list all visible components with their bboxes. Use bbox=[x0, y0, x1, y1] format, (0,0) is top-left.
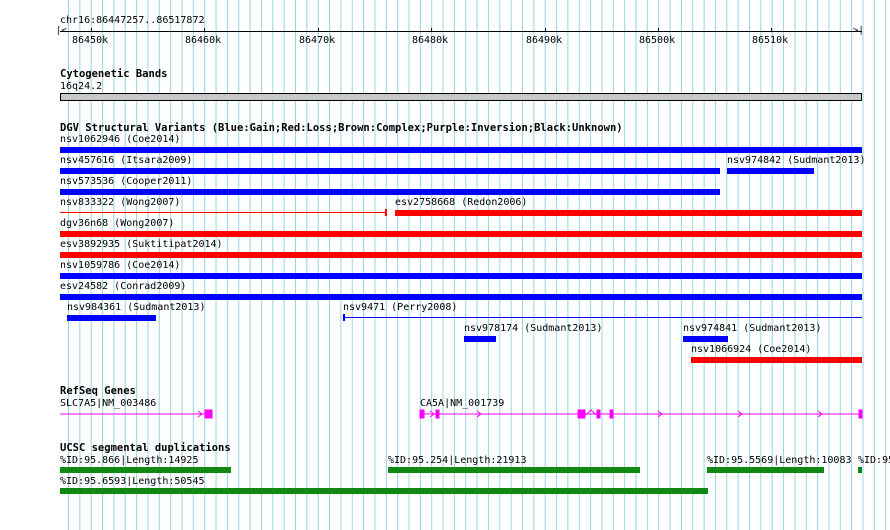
segdup-bar[interactable] bbox=[707, 467, 824, 473]
segdup-bar[interactable] bbox=[388, 467, 640, 473]
segdup-label: %ID:95.6593|Length:50545 bbox=[60, 476, 205, 487]
segdup-title: UCSC segmental duplications bbox=[60, 442, 231, 454]
segdup-label: %ID:95.5569|Length:10083 bbox=[707, 455, 852, 466]
segdup-bar[interactable] bbox=[60, 488, 708, 494]
segdup-label: %ID:95.866|Length:14925 bbox=[60, 455, 199, 466]
segdup-label: %ID:95 bbox=[858, 455, 890, 466]
segdup-label: %ID:95.254|Length:21913 bbox=[388, 455, 527, 466]
segdup-bar[interactable] bbox=[60, 467, 231, 473]
segdup-bar[interactable] bbox=[858, 467, 862, 473]
